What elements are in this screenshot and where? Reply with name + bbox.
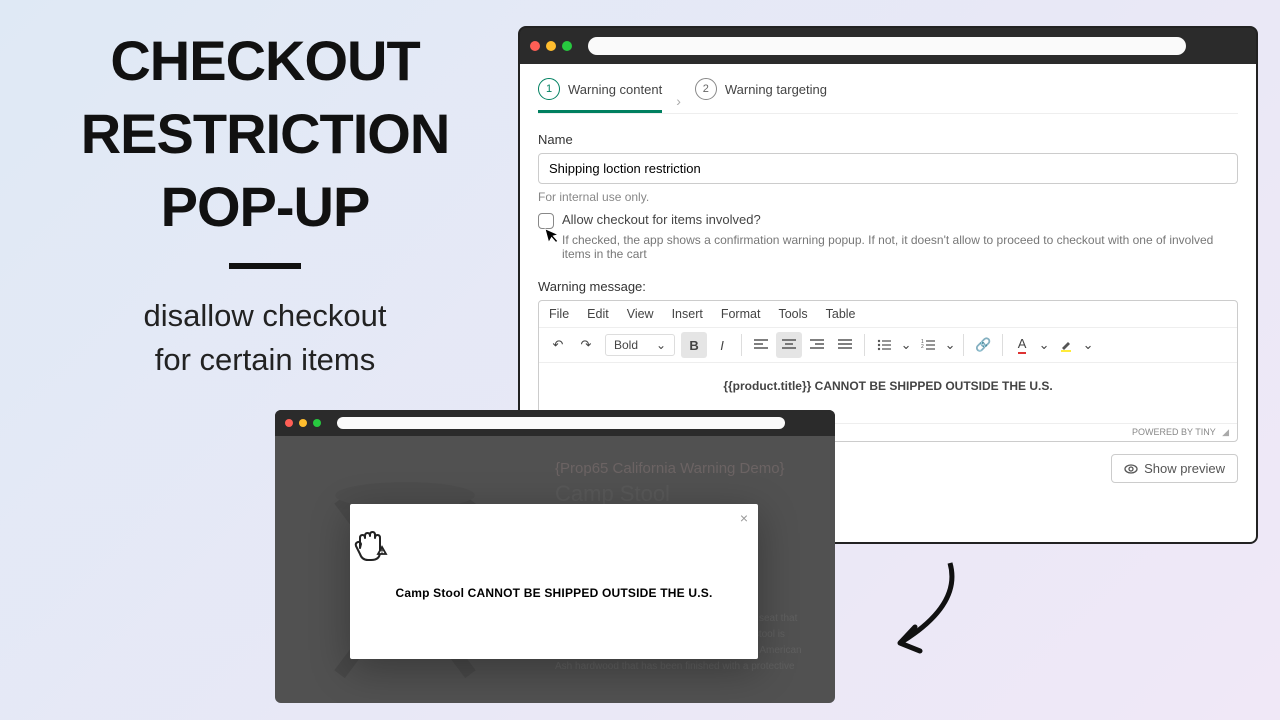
hero-title-line: POP-UP <box>20 171 510 244</box>
align-justify-button[interactable] <box>832 332 858 358</box>
divider <box>229 263 301 269</box>
hero-title-line: CHECKOUT <box>20 25 510 98</box>
allow-checkbox[interactable] <box>538 213 554 229</box>
align-right-icon <box>810 339 824 351</box>
name-label: Name <box>538 132 1238 147</box>
align-left-icon <box>754 339 768 351</box>
toolbar-divider <box>864 334 865 356</box>
align-left-button[interactable] <box>748 332 774 358</box>
minimize-dot[interactable] <box>546 41 556 51</box>
menu-file[interactable]: File <box>549 307 569 321</box>
bullet-list-icon <box>877 339 891 351</box>
name-input[interactable] <box>538 153 1238 184</box>
numbered-list-icon: 12 <box>921 339 935 351</box>
collection-name: {Prop65 California Warning Demo} <box>555 460 785 477</box>
menu-view[interactable]: View <box>627 307 654 321</box>
allow-checkbox-description: If checked, the app shows a confirmation… <box>562 233 1238 261</box>
editor-toolbar: ↶ ↷ Bold ⌄ B I <box>539 328 1237 363</box>
editor-menubar: File Edit View Insert Format Tools Table <box>539 301 1237 328</box>
allow-checkbox-label: Allow checkout for items involved? <box>562 212 761 227</box>
highlight-more[interactable]: ⌄ <box>1081 332 1095 358</box>
highlight-button[interactable] <box>1053 332 1079 358</box>
menu-edit[interactable]: Edit <box>587 307 609 321</box>
toolbar-divider <box>741 334 742 356</box>
menu-tools[interactable]: Tools <box>778 307 807 321</box>
redo-button[interactable]: ↷ <box>573 332 599 358</box>
italic-button[interactable]: I <box>709 332 735 358</box>
close-dot[interactable] <box>285 419 293 427</box>
close-dot[interactable] <box>530 41 540 51</box>
menu-format[interactable]: Format <box>721 307 761 321</box>
storefront-window: {Prop65 California Warning Demo} Camp St… <box>275 410 835 703</box>
toolbar-divider <box>963 334 964 356</box>
window-titlebar <box>520 28 1256 64</box>
chevron-right-icon: › <box>676 93 681 109</box>
curved-arrow-icon <box>880 555 970 665</box>
name-helper: For internal use only. <box>538 190 1238 204</box>
eye-icon <box>1124 462 1138 476</box>
step-label: Warning targeting <box>725 82 827 97</box>
step-tabs: 1 Warning content › 2 Warning targeting <box>538 78 1238 114</box>
window-titlebar <box>275 410 835 436</box>
popup-message: Camp Stool CANNOT BE SHIPPED OUTSIDE THE… <box>350 586 758 600</box>
maximize-dot[interactable] <box>313 419 321 427</box>
url-bar[interactable] <box>588 37 1186 55</box>
numbered-list-more[interactable]: ⌄ <box>943 332 957 358</box>
menu-table[interactable]: Table <box>826 307 856 321</box>
close-button[interactable]: × <box>740 510 748 526</box>
hero-subtitle: disallow checkout for certain items <box>20 294 510 381</box>
text-color-more[interactable]: ⌄ <box>1037 332 1051 358</box>
store-body: {Prop65 California Warning Demo} Camp St… <box>275 436 835 703</box>
svg-text:2: 2 <box>921 344 924 350</box>
align-right-button[interactable] <box>804 332 830 358</box>
preview-button-label: Show preview <box>1144 461 1225 476</box>
link-button[interactable]: 🔗 <box>970 332 996 358</box>
resize-handle-icon[interactable]: ◢ <box>1222 427 1229 438</box>
align-justify-icon <box>838 339 852 351</box>
hero-section: CHECKOUT RESTRICTION POP-UP disallow che… <box>20 25 510 381</box>
font-style-select[interactable]: Bold ⌄ <box>605 334 675 356</box>
undo-button[interactable]: ↶ <box>545 332 571 358</box>
hero-sub-line: disallow checkout <box>20 294 510 337</box>
bullet-list-button[interactable] <box>871 332 897 358</box>
tiny-attribution: POWERED BY TINY <box>1132 427 1216 437</box>
warning-hand-icon <box>350 526 758 568</box>
text-color-button[interactable]: A <box>1009 332 1035 358</box>
url-bar[interactable] <box>337 417 785 429</box>
hero-title: CHECKOUT RESTRICTION POP-UP <box>20 25 510 243</box>
minimize-dot[interactable] <box>299 419 307 427</box>
align-center-icon <box>782 339 796 351</box>
product-header: {Prop65 California Warning Demo} Camp St… <box>555 460 785 507</box>
step-number: 1 <box>538 78 560 100</box>
font-select-value: Bold <box>614 338 638 352</box>
hero-title-line: RESTRICTION <box>20 98 510 171</box>
hero-sub-line: for certain items <box>20 338 510 381</box>
maximize-dot[interactable] <box>562 41 572 51</box>
highlight-icon <box>1059 338 1073 352</box>
warning-message-label: Warning message: <box>538 279 1238 294</box>
numbered-list-button[interactable]: 12 <box>915 332 941 358</box>
step-label: Warning content <box>568 82 662 97</box>
allow-checkbox-row: Allow checkout for items involved? <box>538 212 1238 229</box>
bold-button[interactable]: B <box>681 332 707 358</box>
chevron-down-icon: ⌄ <box>656 338 666 352</box>
menu-insert[interactable]: Insert <box>672 307 703 321</box>
toolbar-divider <box>1002 334 1003 356</box>
bullet-list-more[interactable]: ⌄ <box>899 332 913 358</box>
step-number: 2 <box>695 78 717 100</box>
align-center-button[interactable] <box>776 332 802 358</box>
show-preview-button[interactable]: Show preview <box>1111 454 1238 483</box>
warning-popup: × Camp Stool CANNOT BE SHIPPED OUTSIDE T… <box>350 504 758 659</box>
step-warning-content[interactable]: 1 Warning content <box>538 78 662 113</box>
step-warning-targeting[interactable]: 2 Warning targeting <box>695 78 827 113</box>
